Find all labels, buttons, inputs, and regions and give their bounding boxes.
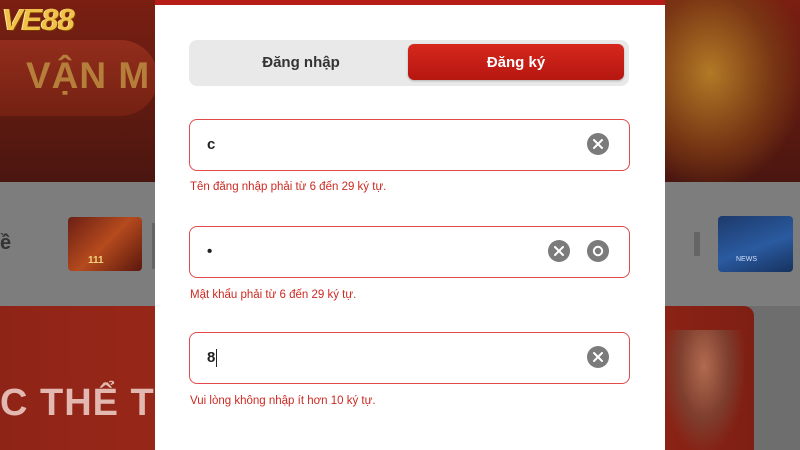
hero-text: VẬN M bbox=[26, 55, 151, 96]
strip-label: ề bbox=[0, 232, 12, 254]
player-image bbox=[664, 330, 744, 450]
game-thumbnail[interactable]: NEWS bbox=[718, 216, 793, 272]
username-field[interactable]: c bbox=[189, 119, 630, 171]
banner-decoration bbox=[650, 0, 800, 182]
eye-icon[interactable] bbox=[587, 240, 609, 262]
password-error: Mật khẩu phải từ 6 đến 29 ký tự. bbox=[190, 289, 357, 301]
game-thumbnail[interactable]: 111 bbox=[68, 217, 142, 271]
auth-tabs: Đăng nhập Đăng ký bbox=[189, 40, 629, 86]
tab-register[interactable]: Đăng ký bbox=[408, 44, 624, 80]
phone-text: 8 bbox=[207, 349, 216, 366]
clear-icon[interactable] bbox=[587, 133, 609, 155]
username-error: Tên đăng nhập phải từ 6 đến 29 ký tự. bbox=[190, 181, 387, 193]
thumbnail-caption: NEWS bbox=[736, 256, 757, 263]
site-logo[interactable]: VE88 bbox=[2, 2, 75, 38]
password-field[interactable]: • bbox=[189, 226, 630, 278]
phone-value: 8 bbox=[207, 333, 218, 382]
tab-login[interactable]: Đăng nhập bbox=[193, 44, 409, 80]
auth-modal: Đăng nhập Đăng ký c Tên đăng nhập phải t… bbox=[155, 5, 665, 450]
divider bbox=[694, 232, 700, 256]
username-value: c bbox=[207, 136, 216, 153]
clear-icon[interactable] bbox=[587, 346, 609, 368]
phone-error: Vui lòng không nhập ít hơn 10 ký tự. bbox=[190, 395, 376, 407]
text-caret bbox=[216, 348, 218, 367]
clear-icon[interactable] bbox=[548, 240, 570, 262]
phone-field[interactable]: 8 bbox=[189, 332, 630, 384]
thumbnail-caption: 111 bbox=[88, 255, 104, 266]
password-value: • bbox=[207, 243, 213, 260]
